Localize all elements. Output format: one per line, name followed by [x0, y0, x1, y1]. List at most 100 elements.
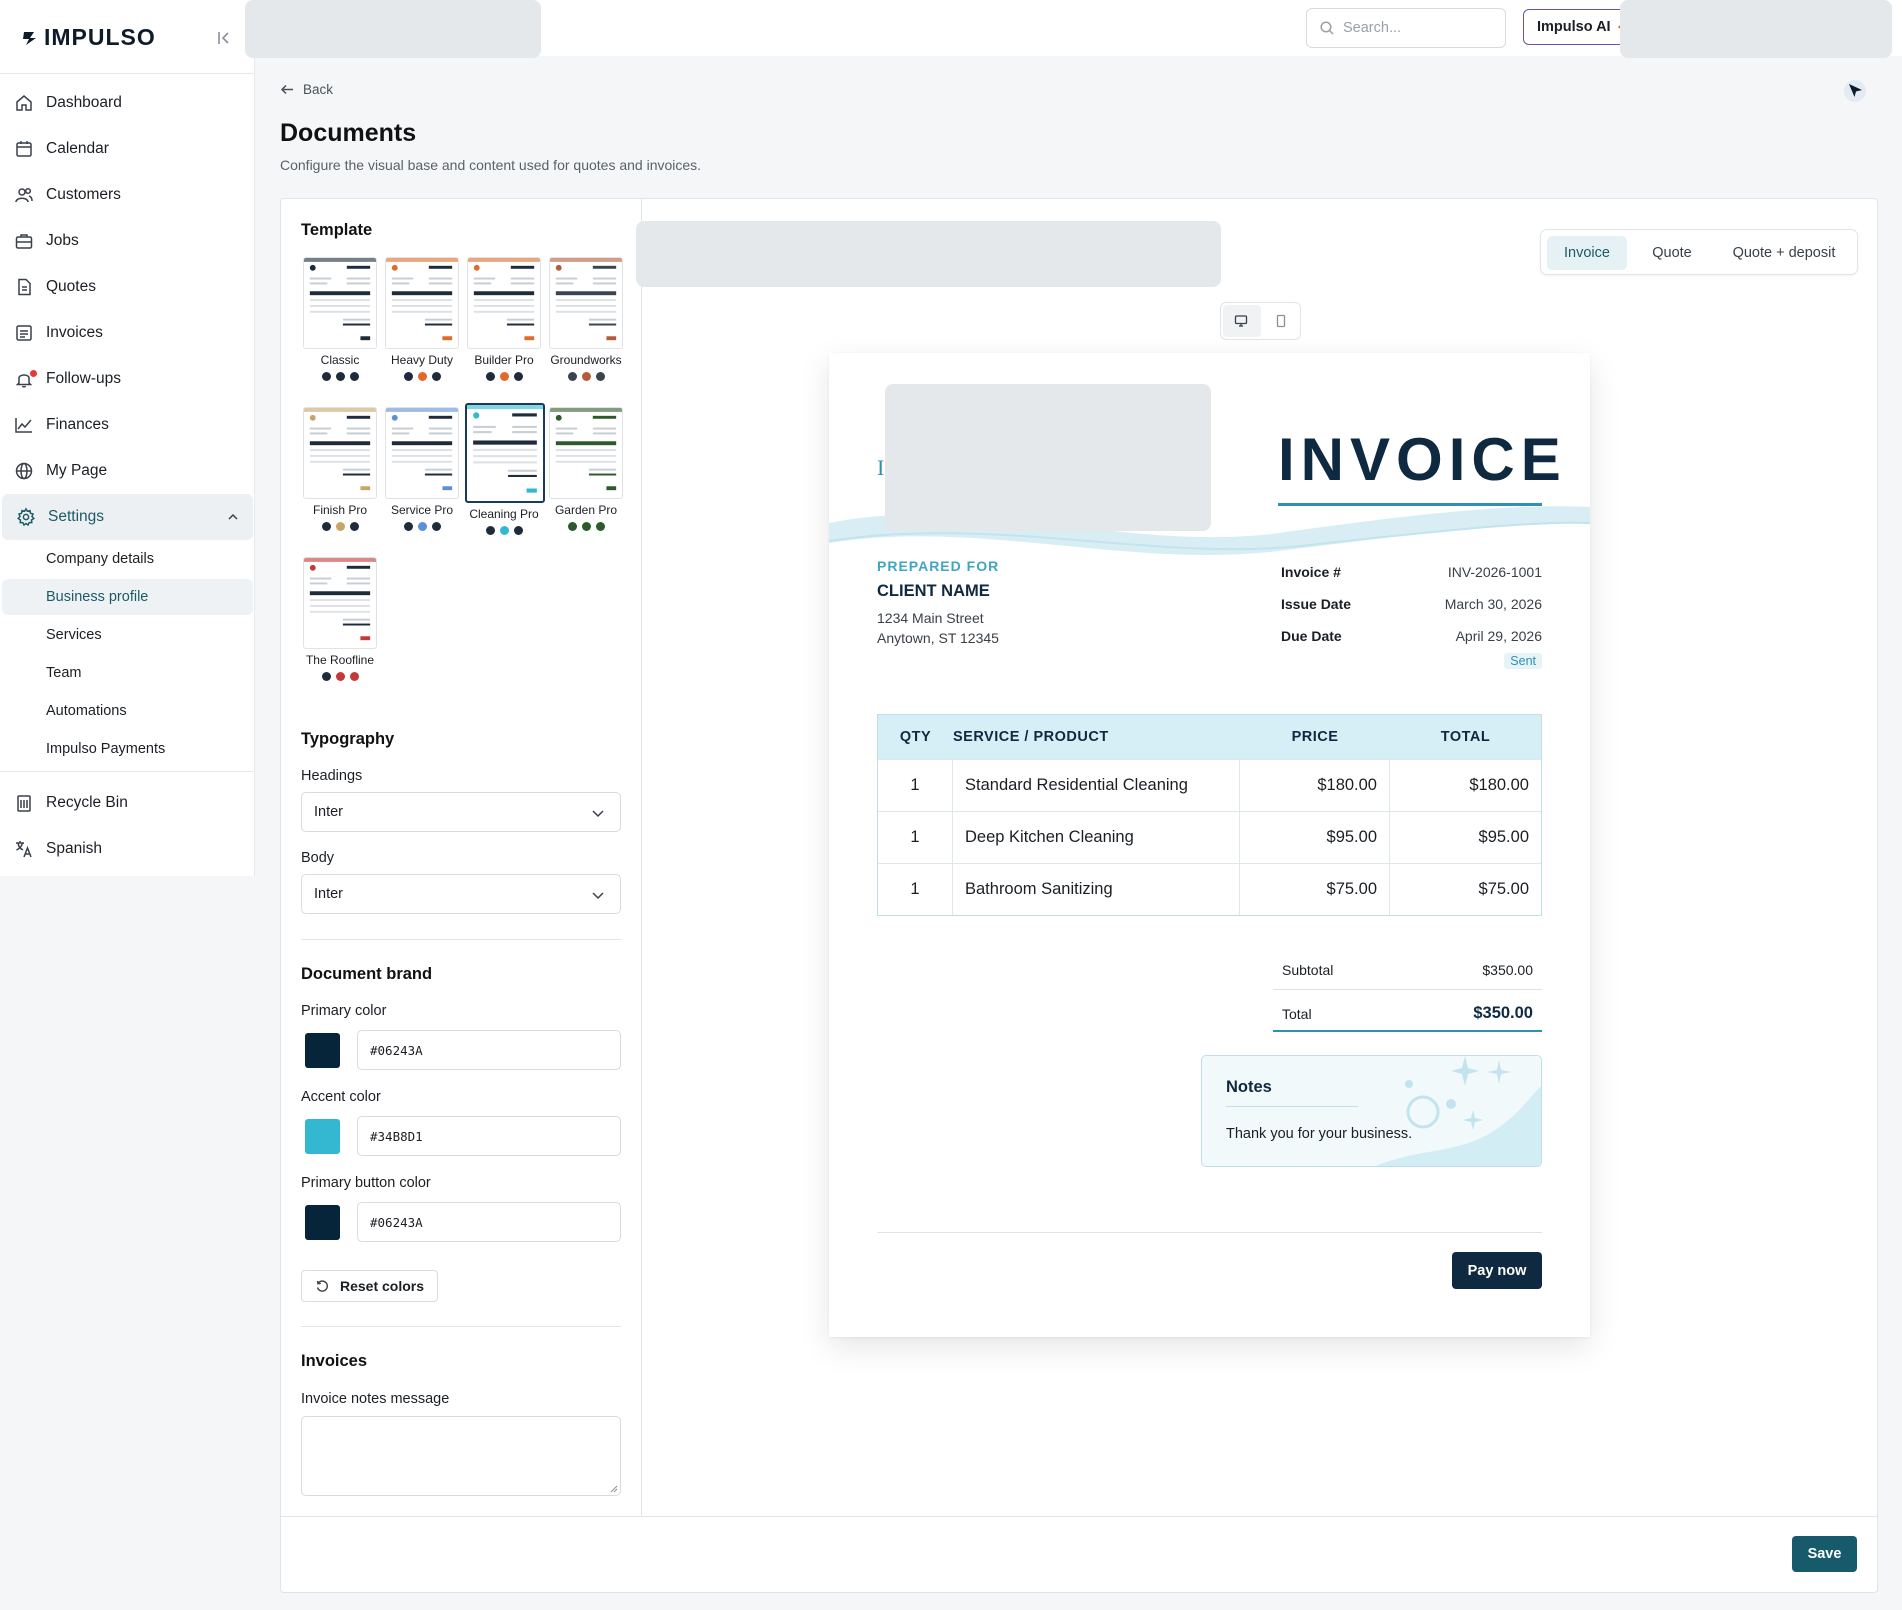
- template-option[interactable]: Finish Pro: [301, 407, 379, 531]
- invoice-notes-textarea[interactable]: [301, 1416, 621, 1496]
- back-link[interactable]: Back: [280, 82, 333, 97]
- sidebar-item-settings[interactable]: Settings: [2, 494, 253, 540]
- primary-color-value: #06243A: [370, 1042, 423, 1058]
- accent-color-value: #34B8D1: [370, 1128, 423, 1144]
- reset-label: Reset colors: [340, 1278, 425, 1294]
- body-value: Inter: [314, 886, 344, 902]
- save-label: Save: [1807, 1546, 1842, 1562]
- settings-sub-impulso-payments[interactable]: Impulso Payments: [2, 731, 253, 767]
- template-option[interactable]: Garden Pro: [547, 407, 625, 531]
- collapse-sidebar-icon[interactable]: [214, 27, 236, 49]
- color-dot: [335, 672, 345, 681]
- settings-sub-services[interactable]: Services: [2, 617, 253, 653]
- invoice-preview: I INVOICE PREPARED FOR CLIENT NAME 1234 …: [829, 353, 1590, 1337]
- color-dot: [513, 526, 523, 535]
- template-color-dots: [383, 522, 461, 531]
- template-option[interactable]: Heavy Duty: [383, 257, 461, 381]
- template-option[interactable]: Service Pro: [383, 407, 461, 531]
- col-price: PRICE: [1291, 729, 1339, 745]
- impulso-ai-button[interactable]: Impulso AI: [1523, 9, 1633, 45]
- documents-panel: Template Classic Heavy Duty Builder Pro Gro…: [280, 198, 1878, 1593]
- template-option[interactable]: Builder Pro: [465, 257, 543, 381]
- cell-price: $75.00: [1240, 864, 1390, 915]
- cell-item: Deep Kitchen Cleaning: [953, 812, 1240, 863]
- accent-color-label: Accent color: [301, 1089, 381, 1105]
- cell-qty: 1: [878, 760, 953, 811]
- logo[interactable]: IMPULSO: [20, 24, 156, 51]
- client-name: CLIENT NAME: [877, 582, 990, 600]
- sidebar-item-customers[interactable]: Customers: [0, 172, 255, 218]
- primary-color-input[interactable]: #06243A: [357, 1030, 621, 1070]
- sidebar-divider: [0, 771, 255, 772]
- template-name: Heavy Duty: [390, 353, 454, 367]
- desktop-icon: [1234, 315, 1248, 327]
- sidebar-item-invoices[interactable]: Invoices: [0, 310, 255, 356]
- template-thumbnail: [549, 257, 623, 349]
- globe-icon: [14, 461, 34, 481]
- cell-price: $95.00: [1240, 812, 1390, 863]
- settings-sub-company-details[interactable]: Company details: [2, 541, 253, 577]
- template-option[interactable]: Groundworks: [547, 257, 625, 381]
- notification-dot: [30, 370, 37, 377]
- sidebar-item-calendar[interactable]: Calendar: [0, 126, 255, 172]
- sidebar-item-label: Settings: [48, 508, 105, 525]
- sidebar-item-jobs[interactable]: Jobs: [0, 218, 255, 264]
- subtotal-label: Subtotal: [1282, 962, 1334, 978]
- search-input[interactable]: Search...: [1306, 8, 1506, 48]
- sidebar-item-label: My Page: [46, 462, 108, 479]
- template-color-dots: [465, 372, 543, 381]
- ai-button-label: Impulso AI: [1537, 19, 1611, 35]
- sidebar-item-dashboard[interactable]: Dashboard: [0, 80, 255, 126]
- template-thumbnail: [303, 557, 377, 649]
- button-color-value: #06243A: [370, 1214, 423, 1230]
- device-switcher: [1220, 302, 1301, 340]
- address-line-2: Anytown, ST 12345: [877, 630, 999, 646]
- invoice-title: INVOICE: [1278, 426, 1567, 493]
- users-icon: [14, 185, 34, 205]
- subtotal-row: Subtotal $350.00: [1273, 950, 1542, 990]
- notes-label: Invoice notes message: [301, 1391, 450, 1407]
- settings-sub-business-profile[interactable]: Business profile: [2, 579, 253, 615]
- settings-sub-automations[interactable]: Automations: [2, 693, 253, 729]
- pay-now-button[interactable]: Pay now: [1452, 1252, 1542, 1289]
- sidebar-item-my-page[interactable]: My Page: [0, 448, 255, 494]
- address-line-1: 1234 Main Street: [877, 610, 984, 626]
- logo-icon: [23, 31, 36, 45]
- template-option[interactable]: Cleaning Pro: [465, 403, 545, 535]
- col-total: TOTAL: [1440, 729, 1491, 745]
- button-color-input[interactable]: #06243A: [357, 1202, 621, 1242]
- primary-color-swatch[interactable]: [305, 1033, 340, 1068]
- tab-quote-deposit[interactable]: Quote + deposit: [1717, 236, 1851, 270]
- button-color-swatch[interactable]: [305, 1205, 340, 1240]
- sidebar-item-finances[interactable]: Finances: [0, 402, 255, 448]
- sidebar-item-follow-ups[interactable]: Follow-ups: [0, 356, 255, 402]
- headings-label: Headings: [301, 768, 363, 784]
- primary-color-label: Primary color: [301, 1003, 387, 1019]
- template-color-dots: [301, 372, 379, 381]
- sidebar-item-recycle-bin[interactable]: Recycle Bin: [0, 780, 255, 826]
- template-name: Groundworks: [550, 353, 622, 367]
- cell-qty: 1: [878, 864, 953, 915]
- reset-colors-button[interactable]: Reset colors: [301, 1270, 438, 1302]
- meta-key-invoice-number: Invoice #: [1281, 564, 1341, 580]
- sidebar-item-quotes[interactable]: Quotes: [0, 264, 255, 310]
- body-select[interactable]: Inter: [301, 874, 621, 914]
- accent-color-input[interactable]: #34B8D1: [357, 1116, 621, 1156]
- template-option[interactable]: Classic: [301, 257, 379, 381]
- briefcase-icon: [14, 231, 34, 251]
- headings-select[interactable]: Inter: [301, 792, 621, 832]
- template-thumbnail: [303, 407, 377, 499]
- tab-invoice[interactable]: Invoice: [1547, 236, 1627, 270]
- template-thumbnail: [465, 403, 545, 503]
- settings-sub-team[interactable]: Team: [2, 655, 253, 691]
- accent-color-swatch[interactable]: [305, 1119, 340, 1154]
- template-option[interactable]: The Roofline: [301, 557, 379, 681]
- color-dot: [581, 372, 591, 381]
- tab-quote[interactable]: Quote: [1633, 236, 1711, 270]
- total-label: Total: [1282, 1006, 1312, 1022]
- color-dot: [349, 522, 359, 531]
- save-button[interactable]: Save: [1792, 1536, 1857, 1572]
- color-dot: [431, 522, 441, 531]
- mobile-icon[interactable]: [1274, 314, 1288, 328]
- sidebar-item-spanish[interactable]: Spanish: [0, 826, 255, 872]
